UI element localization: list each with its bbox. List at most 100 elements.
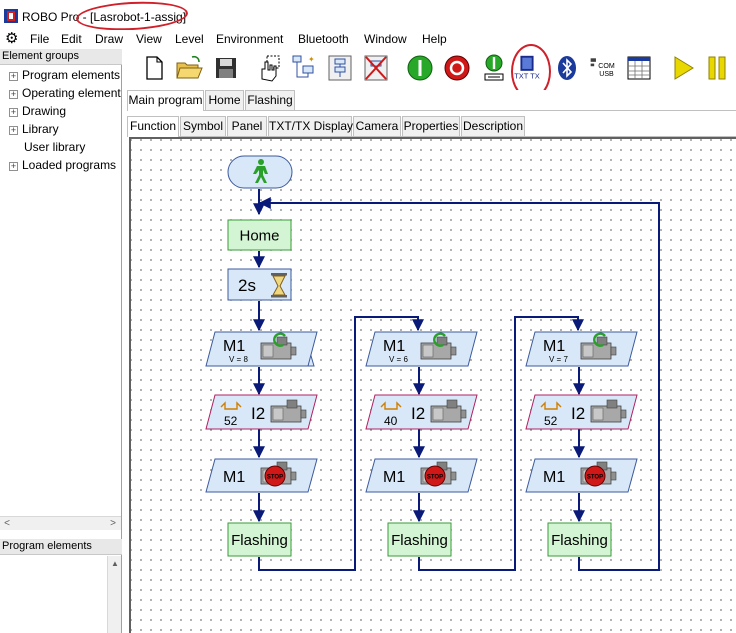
motor-label: M1 xyxy=(223,338,245,355)
svg-text:✦: ✦ xyxy=(308,55,315,64)
stop-label: STOP xyxy=(267,475,283,481)
menu-view[interactable]: View xyxy=(136,32,162,46)
tab-properties[interactable]: Properties xyxy=(402,116,460,136)
stop-red-icon xyxy=(444,55,470,81)
download-to-interface-icon xyxy=(484,54,504,81)
expand-icon[interactable]: + xyxy=(9,108,18,117)
tree-item-library[interactable]: + Library xyxy=(0,120,121,138)
view-tabs: Function Symbol Panel TXT/TX Display Cam… xyxy=(127,116,736,137)
menu-help[interactable]: Help xyxy=(422,32,447,46)
start-block[interactable] xyxy=(227,155,293,189)
com-usb-icon: COMUSB xyxy=(590,58,615,78)
flashing-subprogram-block-3[interactable]: Flashing xyxy=(547,522,612,557)
pause-button[interactable] xyxy=(702,53,732,83)
program-elements-scrollbar[interactable]: ▲ xyxy=(107,556,121,633)
delete-subprogram-button[interactable] xyxy=(361,53,391,83)
select-tool-button[interactable] xyxy=(255,53,285,83)
input-block-1[interactable]: 52 I2 xyxy=(205,394,318,430)
tab-description[interactable]: Description xyxy=(461,116,525,136)
flowchart: Home 2s M1 V = 8 52 I2 M1 STOP Flashing … xyxy=(205,155,660,571)
menu-level[interactable]: Level xyxy=(175,32,204,46)
usb-label: USB xyxy=(599,71,614,78)
tab-function[interactable]: Function xyxy=(127,116,179,137)
tree-item-operating-elements[interactable]: + Operating elements xyxy=(0,84,121,102)
flashing-subprogram-block-1[interactable]: Flashing xyxy=(227,522,292,557)
flashing-label: Flashing xyxy=(231,532,288,549)
flashing-label: Flashing xyxy=(391,532,448,549)
wait-block[interactable]: 2s xyxy=(227,268,292,301)
tab-camera[interactable]: Camera xyxy=(353,116,401,136)
program-canvas[interactable]: Home 2s M1 V = 8 52 I2 M1 STOP Flashing … xyxy=(129,137,736,633)
tab-home[interactable]: Home xyxy=(205,90,244,110)
expand-icon[interactable]: + xyxy=(9,72,18,81)
tab-txt-tx-display[interactable]: TXT/TX Display xyxy=(268,116,353,136)
subprogram-new-icon: ✦ xyxy=(292,55,315,78)
stop-motor-label: M1 xyxy=(543,469,565,486)
count-label: 52 xyxy=(544,414,558,428)
tab-symbol[interactable]: Symbol xyxy=(180,116,226,136)
count-label: 52 xyxy=(224,414,238,428)
start-button[interactable] xyxy=(405,53,435,83)
scroll-right-icon[interactable]: > xyxy=(106,517,120,531)
menu-edit[interactable]: Edit xyxy=(61,32,82,46)
new-button[interactable] xyxy=(139,53,169,83)
count-label: 40 xyxy=(384,414,398,428)
program-tabs: Main program Home Flashing xyxy=(127,90,736,111)
motor-block-1[interactable]: M1 V = 8 xyxy=(205,331,318,367)
pause-icon xyxy=(708,56,726,80)
system-menu-icon[interactable]: ⚙ xyxy=(5,31,21,47)
input-label: I2 xyxy=(571,404,585,423)
menu-environment[interactable]: Environment xyxy=(216,32,283,46)
copy-subprogram-button[interactable] xyxy=(325,53,355,83)
stop-label: STOP xyxy=(427,475,443,481)
subprogram-copy-icon xyxy=(328,55,352,81)
stop-button[interactable] xyxy=(442,53,472,83)
home-subprogram-block[interactable]: Home xyxy=(227,219,292,251)
motor-stop-block-1[interactable]: M1 STOP xyxy=(205,458,318,493)
save-button[interactable] xyxy=(211,53,241,83)
flashing-label: Flashing xyxy=(551,532,608,549)
scroll-up-icon[interactable]: ▲ xyxy=(108,557,122,571)
com-label: COM xyxy=(598,63,615,70)
menu-window[interactable]: Window xyxy=(364,32,407,46)
tree-horizontal-scrollbar[interactable]: < > xyxy=(0,516,121,530)
stop-label: STOP xyxy=(587,475,603,481)
open-folder-icon xyxy=(176,55,203,79)
program-tabs-divider xyxy=(127,110,736,111)
tree-item-user-library[interactable]: User library xyxy=(0,138,121,156)
com-usb-button[interactable]: COM USB xyxy=(588,53,622,83)
bluetooth-button[interactable] xyxy=(552,53,582,83)
play-icon xyxy=(674,56,694,80)
motor-label: M1 xyxy=(383,338,405,355)
new-subprogram-button[interactable]: ✦ xyxy=(288,53,318,83)
menu-draw[interactable]: Draw xyxy=(95,32,123,46)
title-bar: ROBO Pro - [Lasrobot-1-assig] xyxy=(0,0,736,33)
run-button[interactable] xyxy=(668,53,698,83)
input-label: I2 xyxy=(411,404,425,423)
motor-stop-block-3[interactable]: M1 STOP xyxy=(525,458,638,493)
element-groups-panel: Element groups + Program elements + Operat… xyxy=(0,49,122,633)
expand-icon[interactable]: + xyxy=(9,126,18,135)
menu-bluetooth[interactable]: Bluetooth xyxy=(298,32,349,46)
tab-panel[interactable]: Panel xyxy=(227,116,267,136)
tree-item-program-elements[interactable]: + Program elements xyxy=(0,66,121,84)
tab-flashing[interactable]: Flashing xyxy=(245,90,295,110)
motor-stop-block-2[interactable]: M1 STOP xyxy=(365,458,478,493)
hand-cursor-icon xyxy=(261,55,280,82)
input-block-2[interactable]: 40 I2 xyxy=(365,394,478,430)
test-panel-button[interactable] xyxy=(624,53,654,83)
scroll-left-icon[interactable]: < xyxy=(0,517,14,531)
tree-item-drawing[interactable]: + Drawing xyxy=(0,102,121,120)
flashing-subprogram-block-2[interactable]: Flashing xyxy=(387,522,452,557)
expand-icon[interactable]: + xyxy=(9,162,18,171)
open-button[interactable] xyxy=(174,53,204,83)
download-button[interactable] xyxy=(479,53,509,83)
menu-file[interactable]: File xyxy=(30,32,49,46)
expand-icon[interactable]: + xyxy=(9,90,18,99)
tab-main-program[interactable]: Main program xyxy=(127,90,204,111)
motor-label: M1 xyxy=(543,338,565,355)
tree-item-loaded-programs[interactable]: + Loaded programs xyxy=(0,156,121,174)
input-block-3[interactable]: 52 I2 xyxy=(525,394,638,430)
motor-block-3[interactable]: M1 V = 7 xyxy=(525,331,638,367)
motor-block-2[interactable]: M1 V = 6 xyxy=(365,331,478,367)
